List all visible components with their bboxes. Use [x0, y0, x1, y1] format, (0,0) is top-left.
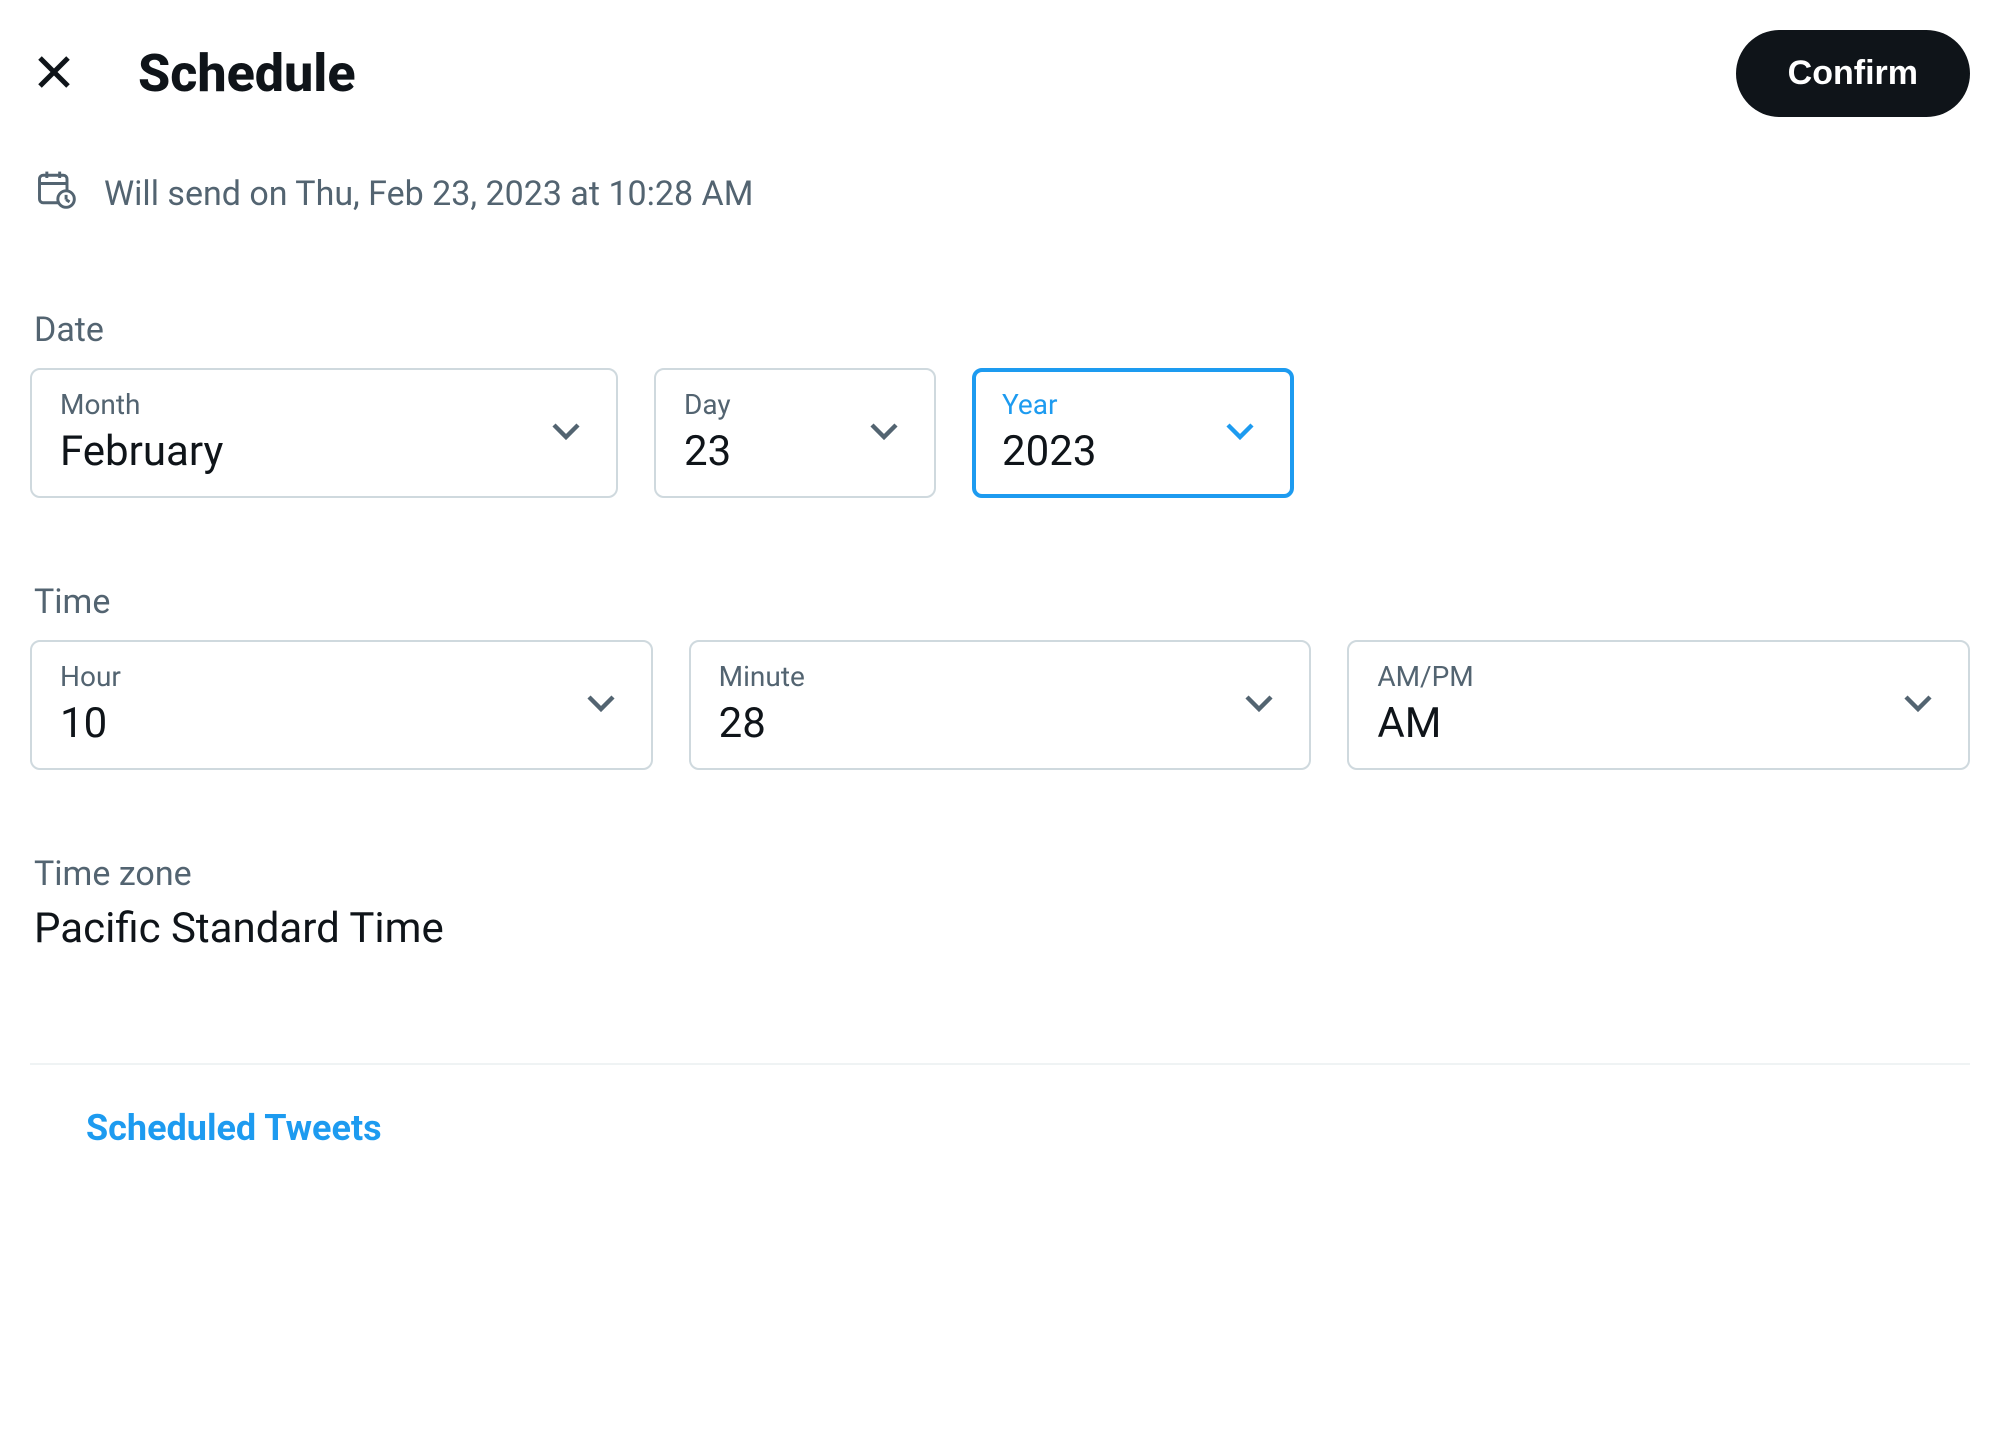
confirm-button[interactable]: Confirm: [1736, 30, 1970, 117]
minute-label: Minute: [719, 660, 1282, 693]
schedule-summary-text: Will send on Thu, Feb 23, 2023 at 10:28 …: [104, 174, 753, 214]
month-select[interactable]: Month February: [30, 368, 618, 498]
chevron-down-icon: [1235, 679, 1283, 731]
month-value: February: [60, 427, 588, 476]
calendar-clock-icon: [34, 167, 78, 220]
timezone-value: Pacific Standard Time: [34, 904, 1970, 953]
time-section-label: Time: [30, 582, 1970, 622]
timezone-label: Time zone: [34, 854, 1970, 894]
modal-header: Schedule Confirm: [30, 20, 1970, 167]
hour-value: 10: [60, 699, 623, 748]
close-icon[interactable]: [30, 48, 78, 100]
chevron-down-icon: [1894, 679, 1942, 731]
date-row: Month February Day 23 Year 2023: [30, 368, 1970, 498]
hour-label: Hour: [60, 660, 623, 693]
chevron-down-icon: [1216, 407, 1264, 459]
ampm-label: AM/PM: [1377, 660, 1940, 693]
chevron-down-icon: [860, 407, 908, 459]
ampm-value: AM: [1377, 699, 1940, 748]
year-select[interactable]: Year 2023: [972, 368, 1294, 498]
scheduled-tweets-link[interactable]: Scheduled Tweets: [30, 1065, 1970, 1191]
modal-title: Schedule: [138, 43, 356, 104]
schedule-modal: Schedule Confirm Will send on Thu, Feb 2…: [0, 0, 2000, 1191]
timezone-block: Time zone Pacific Standard Time: [30, 854, 1970, 953]
time-row: Hour 10 Minute 28 AM/PM AM: [30, 640, 1970, 770]
minute-value: 28: [719, 699, 1282, 748]
month-label: Month: [60, 388, 588, 421]
date-section-label: Date: [30, 310, 1970, 350]
hour-select[interactable]: Hour 10: [30, 640, 653, 770]
day-select[interactable]: Day 23: [654, 368, 936, 498]
chevron-down-icon: [542, 407, 590, 459]
header-left: Schedule: [30, 43, 356, 104]
schedule-summary: Will send on Thu, Feb 23, 2023 at 10:28 …: [30, 167, 1970, 220]
ampm-select[interactable]: AM/PM AM: [1347, 640, 1970, 770]
chevron-down-icon: [577, 679, 625, 731]
minute-select[interactable]: Minute 28: [689, 640, 1312, 770]
